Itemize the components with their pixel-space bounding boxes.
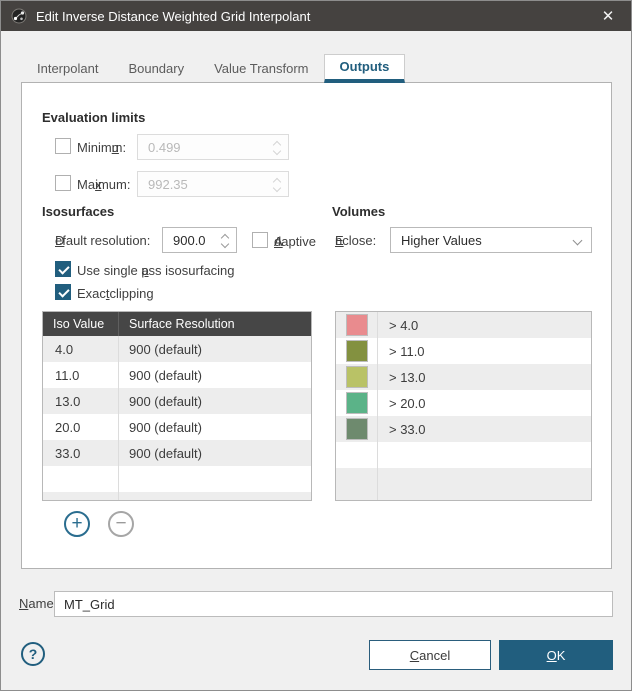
isosurfaces-heading: Isosurfaces [42,204,114,219]
surface-resolution-cell[interactable]: 900 (default) [119,336,311,362]
iso-value-cell[interactable]: 11.0 [43,362,119,388]
maximum-checkbox[interactable] [55,175,71,191]
color-swatch[interactable] [346,418,368,440]
tab[interactable]: Value Transform [199,54,323,83]
volume-label: > 13.0 [378,364,591,390]
evaluation-limits-heading: Evaluation limits [42,110,145,125]
iso-value-cell[interactable]: 33.0 [43,440,119,466]
window-title: Edit Inverse Distance Weighted Grid Inte… [36,9,310,24]
enclose-dropdown[interactable]: Higher Values [390,227,592,253]
isosurface-table: Iso Value Surface Resolution 4.0 900 (de… [42,311,312,501]
ok-button[interactable]: OK [499,640,613,670]
name-input[interactable] [54,591,613,617]
spinner-arrows-icon[interactable] [273,177,282,193]
close-icon[interactable]: ✕ [595,3,621,29]
adaptive-checkbox[interactable] [252,232,268,248]
surface-resolution-cell[interactable]: 900 (default) [119,440,311,466]
enclose-label: Enclose: [335,233,376,248]
volume-label: > 4.0 [378,312,591,338]
maximum-spinbox[interactable]: 992.35 [137,171,289,197]
iso-value-cell[interactable]: 13.0 [43,388,119,414]
outputs-panel: Evaluation limits Minimum: 0.499 Maximum… [21,82,612,569]
empty-row [336,442,591,468]
empty-row [43,466,311,492]
default-resolution-label: Default resolution: [55,233,150,248]
swatch-cell [336,312,378,338]
iso-value-cell[interactable]: 20.0 [43,414,119,440]
maximum-value: 992.35 [148,177,188,192]
remove-isosurface-button[interactable]: − [108,511,134,537]
tab[interactable]: Boundary [113,54,199,83]
surface-resolution-cell[interactable]: 900 (default) [119,388,311,414]
default-resolution-value: 900.0 [173,233,206,248]
adaptive-label: Adaptive [274,234,316,249]
volume-label: > 11.0 [378,338,591,364]
empty-row [336,468,591,500]
title-bar: Edit Inverse Distance Weighted Grid Inte… [1,1,631,31]
color-swatch[interactable] [346,392,368,414]
volumes-table: > 4.0 > 11.0 > 13.0 [335,311,592,501]
default-resolution-spinbox[interactable]: 900.0 [162,227,237,253]
surface-resolution-cell[interactable]: 900 (default) [119,414,311,440]
swatch-cell [336,390,378,416]
volume-row[interactable]: > 13.0 [336,364,591,390]
volume-row[interactable]: > 20.0 [336,390,591,416]
spinner-arrows-icon[interactable] [273,140,282,156]
tab[interactable]: Outputs [324,54,406,83]
swatch-cell [336,416,378,442]
column-header-iso-value: Iso Value [43,312,119,336]
volume-row[interactable]: > 11.0 [336,338,591,364]
minimum-value: 0.499 [148,140,181,155]
name-label: Name: [19,591,57,617]
volume-label: > 33.0 [378,416,591,442]
help-button[interactable]: ? [21,642,45,666]
tab-bar: Interpolant Boundary Value Transform Out… [22,54,405,83]
volume-label: > 20.0 [378,390,591,416]
volume-row[interactable]: > 4.0 [336,312,591,338]
add-isosurface-button[interactable]: + [64,511,90,537]
table-row[interactable]: 33.0 900 (default) [43,440,311,466]
cancel-button[interactable]: Cancel [369,640,491,670]
color-swatch[interactable] [346,340,368,362]
color-swatch[interactable] [346,366,368,388]
table-row[interactable]: 13.0 900 (default) [43,388,311,414]
dialog-window: Edit Inverse Distance Weighted Grid Inte… [0,0,632,691]
iso-value-cell[interactable]: 4.0 [43,336,119,362]
enclose-value: Higher Values [401,233,482,248]
table-row[interactable]: 11.0 900 (default) [43,362,311,388]
tab-label: Boundary [128,61,184,76]
volume-row[interactable]: > 33.0 [336,416,591,442]
swatch-cell [336,338,378,364]
empty-row [43,492,311,500]
tab[interactable]: Interpolant [22,54,113,83]
tab-label: Outputs [340,59,390,74]
table-row[interactable]: 4.0 900 (default) [43,336,311,362]
tab-label: Interpolant [37,61,98,76]
chevron-down-icon [573,236,583,246]
exact-clipping-label: Exact clipping [77,286,154,301]
spinner-arrows-icon[interactable] [221,233,230,249]
single-pass-label: Use single pass isosurfacing [77,263,235,278]
volumes-heading: Volumes [332,204,385,219]
color-swatch[interactable] [346,314,368,336]
isosurface-table-header: Iso Value Surface Resolution [43,312,311,336]
surface-resolution-cell[interactable]: 900 (default) [119,362,311,388]
minimum-spinbox[interactable]: 0.499 [137,134,289,160]
exact-clipping-checkbox[interactable] [55,284,71,300]
minimum-checkbox[interactable] [55,138,71,154]
tab-label: Value Transform [214,61,308,76]
single-pass-checkbox[interactable] [55,261,71,277]
table-row[interactable]: 20.0 900 (default) [43,414,311,440]
minimum-label: Minimum: [77,140,126,155]
column-header-surface-resolution: Surface Resolution [119,312,311,336]
app-icon [11,8,27,24]
maximum-label: Maximum: [77,177,130,192]
swatch-cell [336,364,378,390]
